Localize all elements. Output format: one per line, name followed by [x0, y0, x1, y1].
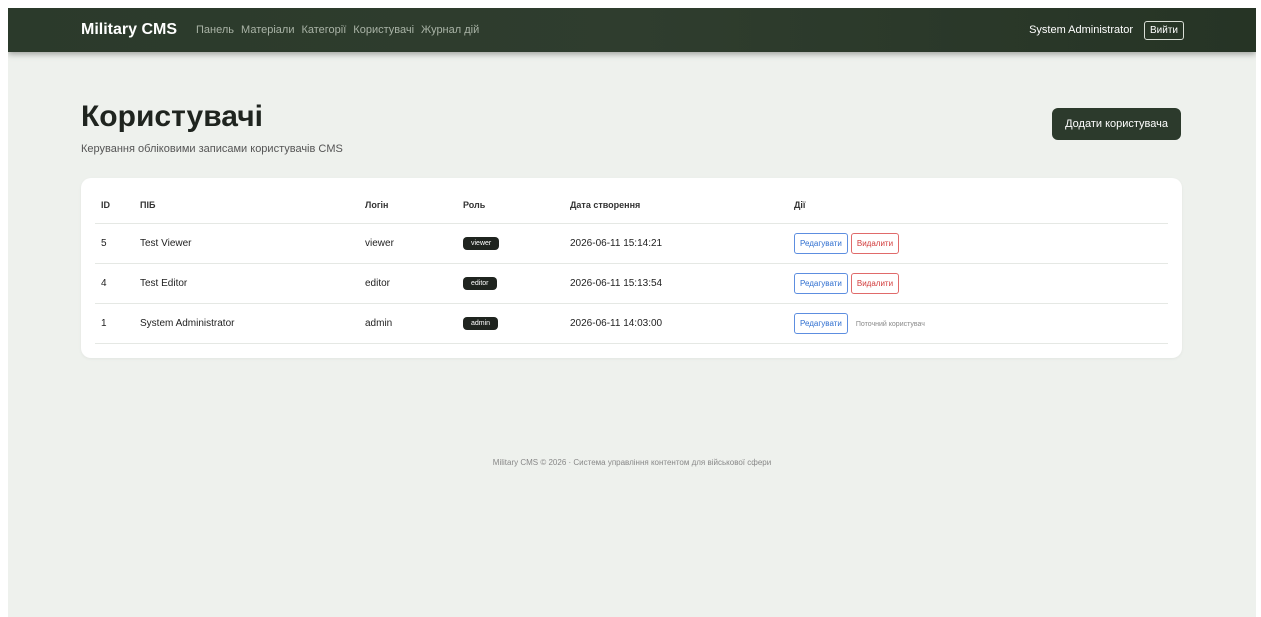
- cell-role: viewer: [463, 223, 570, 264]
- edit-user-button[interactable]: Редагувати: [794, 312, 848, 334]
- cell-id: 5: [95, 223, 140, 264]
- cell-role: admin: [463, 303, 570, 344]
- cell-login: admin: [365, 303, 463, 344]
- cell-actions: Редагувати Видалити: [794, 223, 1168, 264]
- page-header: Користувачі Керування обліковими записам…: [81, 100, 1181, 155]
- page-footer: Military CMS © 2026 · Система управління…: [8, 458, 1256, 467]
- table-row: 4 Test Editor editor editor 2026-06-11 1…: [95, 263, 1168, 304]
- current-user-name: System Administrator: [1029, 24, 1133, 36]
- cell-actions: Редагувати Поточний користувач: [794, 303, 1168, 344]
- column-header-created: Дата створення: [570, 188, 794, 224]
- cell-name: System Administrator: [140, 303, 365, 344]
- column-header-name: ПІБ: [140, 188, 365, 224]
- role-badge: editor: [463, 276, 497, 290]
- cell-created: 2026-06-11 15:13:54: [570, 263, 794, 304]
- column-header-login: Логін: [365, 188, 463, 224]
- page-heading-group: Користувачі Керування обліковими записам…: [81, 100, 343, 155]
- column-header-actions: Дії: [794, 188, 1168, 224]
- footer-text: Military CMS © 2026 · Система управління…: [492, 458, 772, 467]
- cell-id: 1: [95, 303, 140, 344]
- nav-link-dashboard[interactable]: Панель: [196, 24, 234, 36]
- users-table-card: ID ПІБ Логін Роль Дата створення Дії 5 T…: [81, 178, 1182, 358]
- brand-logo[interactable]: Military CMS: [81, 21, 177, 39]
- role-badge: viewer: [463, 236, 500, 250]
- current-user-note: Поточний користувач: [855, 320, 925, 328]
- top-navbar: Military CMS Панель Матеріали Категорії …: [8, 8, 1256, 52]
- column-header-id: ID: [95, 188, 140, 224]
- add-user-button[interactable]: Додати користувача: [1052, 108, 1181, 140]
- nav-link-audit-log[interactable]: Журнал дій: [421, 24, 479, 36]
- nav-link-categories[interactable]: Категорії: [301, 24, 346, 36]
- delete-user-button[interactable]: Видалити: [850, 232, 900, 254]
- page-subtitle: Керування обліковими записами користувач…: [81, 143, 343, 155]
- column-header-role: Роль: [463, 188, 570, 224]
- table-row: 1 System Administrator admin admin 2026-…: [95, 303, 1168, 344]
- table-header-row: ID ПІБ Логін Роль Дата створення Дії: [95, 188, 1168, 224]
- cell-name: Test Editor: [140, 263, 365, 304]
- table-row: 5 Test Viewer viewer viewer 2026-06-11 1…: [95, 223, 1168, 264]
- cell-login: editor: [365, 263, 463, 304]
- delete-user-button[interactable]: Видалити: [850, 272, 900, 294]
- cell-role: editor: [463, 263, 570, 304]
- logout-button[interactable]: Вийти: [1143, 20, 1184, 40]
- cell-created: 2026-06-11 14:03:00: [570, 303, 794, 344]
- edit-user-button[interactable]: Редагувати: [794, 272, 848, 294]
- nav-link-users[interactable]: Користувачі: [353, 24, 414, 36]
- cell-name: Test Viewer: [140, 223, 365, 264]
- role-badge: admin: [463, 316, 499, 330]
- users-table: ID ПІБ Логін Роль Дата створення Дії 5 T…: [95, 188, 1168, 344]
- page-title: Користувачі: [81, 100, 263, 133]
- app-frame: Military CMS Панель Матеріали Категорії …: [8, 8, 1256, 617]
- edit-user-button[interactable]: Редагувати: [794, 232, 848, 254]
- cell-id: 4: [95, 263, 140, 304]
- cell-created: 2026-06-11 15:14:21: [570, 223, 794, 264]
- cell-actions: Редагувати Видалити: [794, 263, 1168, 304]
- cell-login: viewer: [365, 223, 463, 264]
- nav-link-materials[interactable]: Матеріали: [241, 24, 294, 36]
